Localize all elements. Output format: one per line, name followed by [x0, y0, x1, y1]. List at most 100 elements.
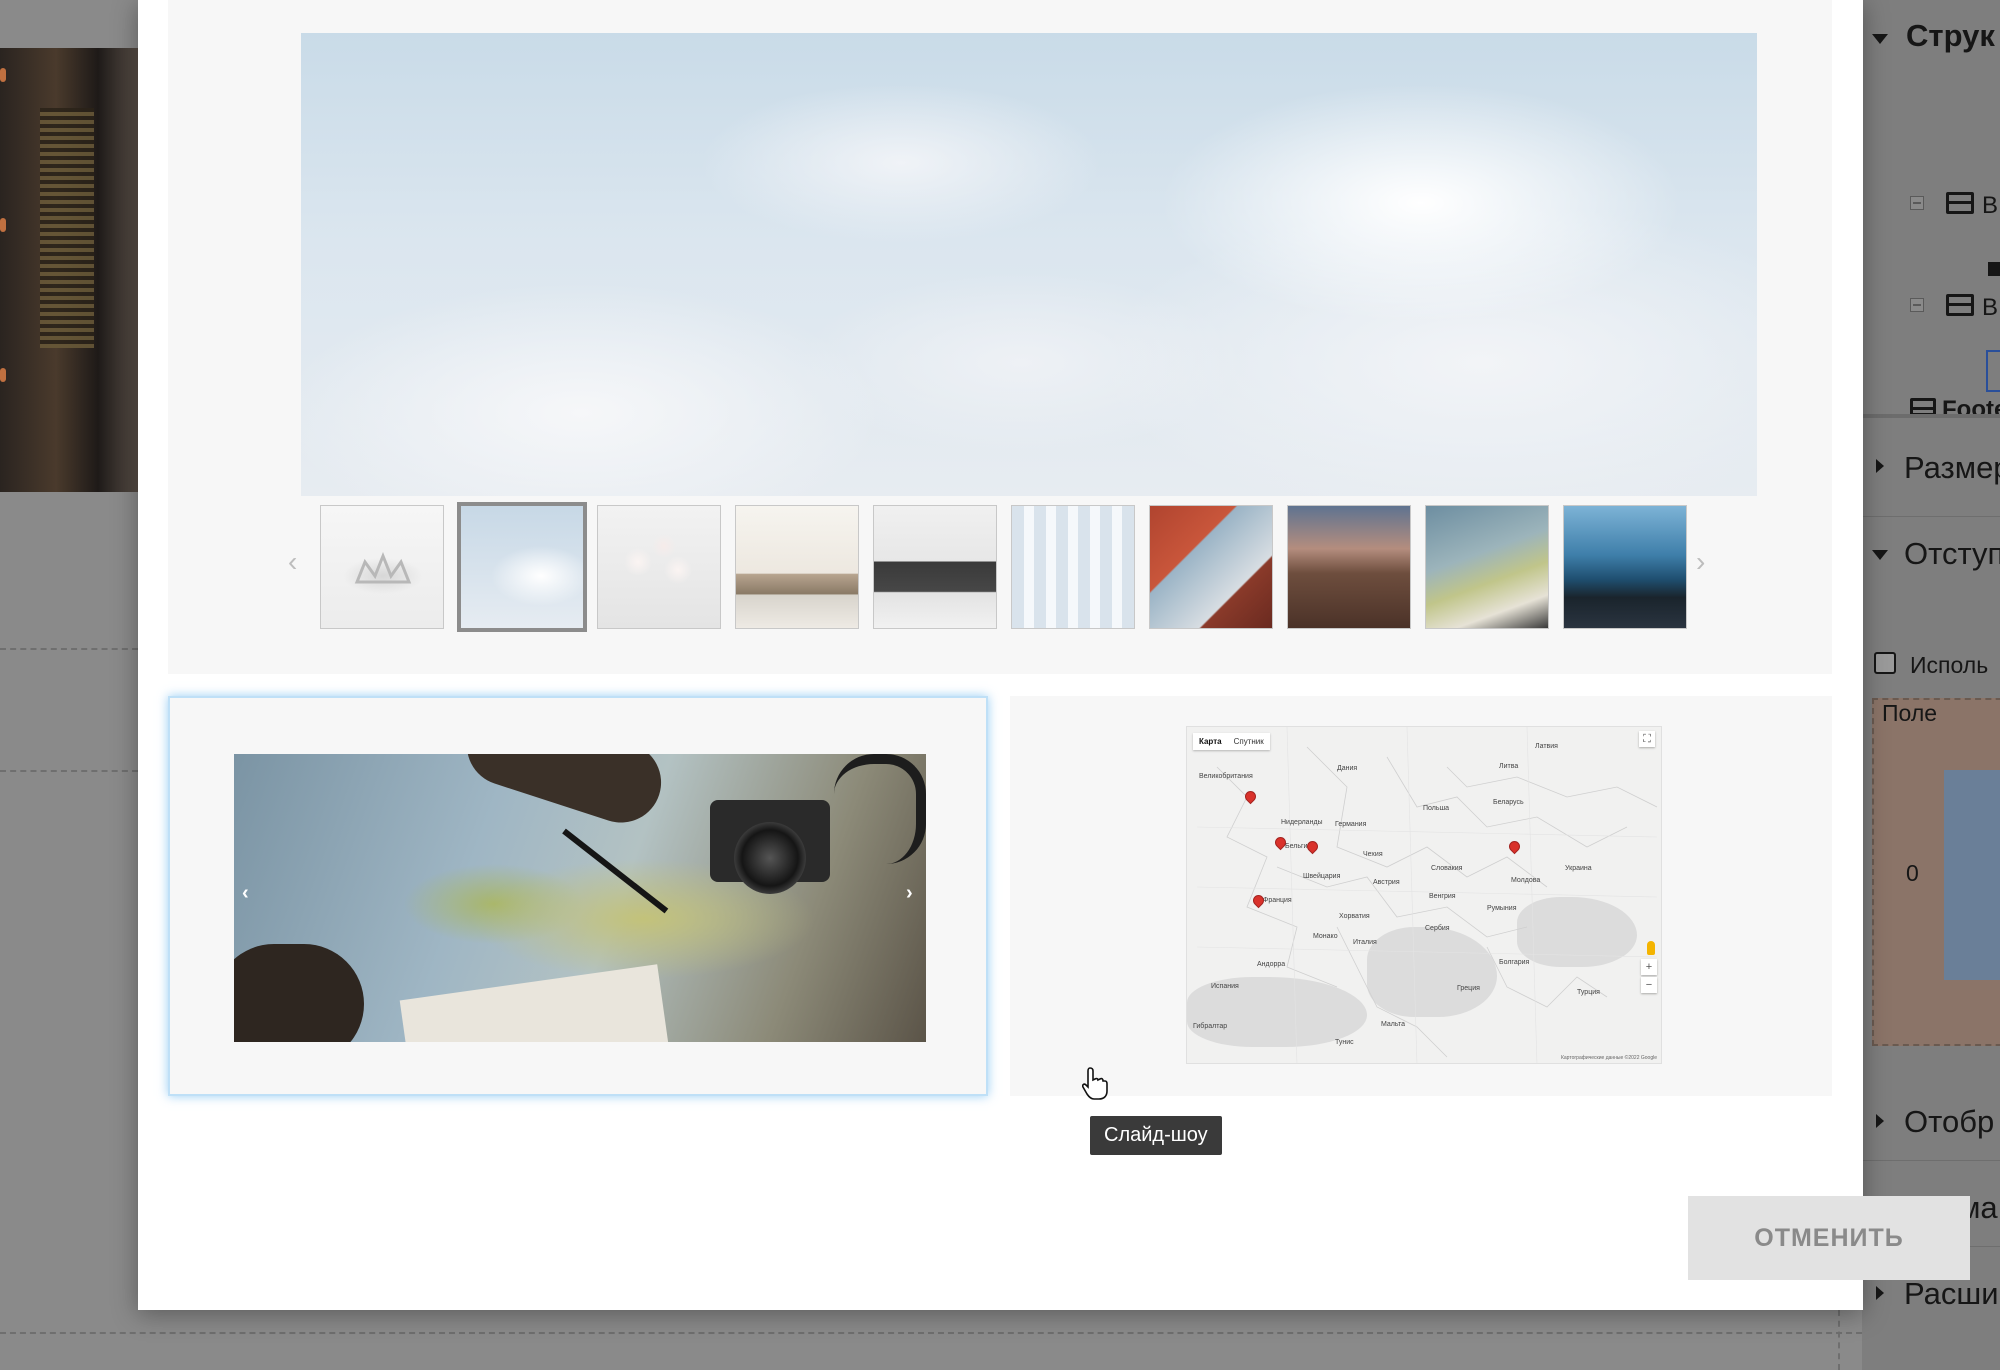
map-label: Чехия [1363, 851, 1383, 858]
map-label: Хорватия [1339, 913, 1370, 920]
map-label: Германия [1335, 821, 1367, 828]
section-divider [1862, 1160, 2000, 1161]
map-label: Швейцария [1303, 873, 1341, 880]
background-guide-line [0, 1332, 1862, 1334]
block-icon [1946, 192, 1974, 214]
map-tab-map[interactable]: Карта [1193, 733, 1228, 750]
street-view-icon[interactable] [1647, 941, 1655, 955]
background-photo-blinds [40, 108, 94, 348]
map-label: Сербия [1425, 925, 1450, 932]
map-tab-satellite[interactable]: Спутник [1228, 733, 1270, 750]
map-attribution: Картографические данные ©2022 Google [1560, 1055, 1657, 1061]
slideshow-prev-arrow[interactable]: ‹ [242, 882, 249, 905]
background-guide-line [0, 770, 138, 772]
caret-down-icon[interactable] [1872, 34, 1888, 44]
hand-shape [456, 754, 672, 833]
tree-item-footer[interactable]: Foote [1942, 396, 2000, 424]
map-label: Венгрия [1429, 893, 1456, 900]
caret-down-icon[interactable] [1872, 550, 1888, 560]
thumbnail-sea-rocks[interactable] [1563, 505, 1687, 629]
notebook-shape [399, 964, 669, 1042]
map-label: Тунис [1335, 1039, 1354, 1046]
chevron-right-icon[interactable]: › [1696, 546, 1705, 578]
thumbnail-map-pen[interactable] [1425, 505, 1549, 629]
map-label: Великобритания [1199, 773, 1253, 780]
caret-right-icon[interactable] [1876, 1114, 1884, 1128]
background-bulb [0, 368, 6, 382]
thumbnail-living-room[interactable] [735, 505, 859, 629]
hand-cursor-icon [1082, 1067, 1108, 1100]
map-label: Словакия [1431, 865, 1463, 872]
gallery-main-photo [301, 33, 1757, 496]
map-label: Турция [1577, 989, 1600, 996]
map-label: Нидерланды [1281, 819, 1323, 826]
map-label: Беларусь [1493, 799, 1524, 806]
thumbnail-clouds[interactable] [457, 502, 587, 632]
caret-right-icon[interactable] [1876, 459, 1884, 473]
map-label: Италия [1353, 939, 1377, 946]
use-checkbox[interactable] [1874, 652, 1896, 674]
element-icon [1988, 262, 2000, 276]
slideshow-next-arrow[interactable]: › [906, 882, 913, 905]
section-padding[interactable]: Отступ [1904, 536, 2000, 572]
map-label: Мальта [1381, 1021, 1406, 1028]
thumbnail-white-columns[interactable] [1011, 505, 1135, 629]
background-bulb [0, 218, 6, 232]
map-preview: Карта Спутник ⛶ Великобритания Германия … [1186, 726, 1662, 1064]
slideshow-template-card[interactable]: ‹ › [168, 696, 988, 1096]
background-guide-line [1838, 1310, 1840, 1370]
map-label: Молдова [1511, 877, 1541, 884]
field-value: 0 [1906, 860, 1919, 886]
background-guide-line [0, 648, 138, 650]
field-preview-box: Поле 0 [1872, 698, 2000, 1046]
selected-element-outline [1986, 350, 2000, 392]
use-checkbox-label: Исполь [1910, 652, 1989, 678]
panel-title: Струк [1906, 18, 1995, 53]
map-label: Польша [1423, 805, 1450, 812]
slideshow-preview-image: ‹ › [234, 754, 926, 1042]
map-label: Австрия [1373, 879, 1400, 886]
background-photo [0, 48, 140, 492]
map-label: Греция [1457, 985, 1480, 992]
map-label: Гибралтар [1193, 1023, 1228, 1030]
panel-divider[interactable] [1862, 414, 2000, 418]
crown-icon [354, 551, 412, 584]
map-label: Испания [1211, 983, 1239, 990]
section-display[interactable]: Отобр [1904, 1104, 1994, 1140]
map-label: Андорра [1257, 961, 1286, 968]
block-icon [1946, 294, 1974, 316]
map-template-card[interactable]: Карта Спутник ⛶ Великобритания Германия … [1010, 696, 1832, 1096]
cancel-button[interactable]: ОТМЕНИТЬ [1688, 1196, 1970, 1280]
zoom-out-button[interactable]: − [1641, 977, 1657, 993]
tree-item-label[interactable]: В [1982, 294, 1998, 322]
tree-item-label[interactable]: В [1982, 192, 1998, 220]
zoom-in-button[interactable]: + [1641, 959, 1657, 975]
caret-right-icon[interactable] [1876, 1286, 1884, 1300]
fullscreen-icon[interactable]: ⛶ [1639, 731, 1655, 747]
map-label: Болгария [1499, 959, 1530, 966]
collapse-icon[interactable] [1910, 298, 1924, 312]
section-divider [1862, 516, 2000, 517]
map-label: Румыния [1487, 905, 1517, 912]
thumbnail-mountain-sunset[interactable] [1287, 505, 1411, 629]
chevron-left-icon[interactable]: ‹ [288, 546, 297, 578]
thumbnail-armchair[interactable] [873, 505, 997, 629]
map-label: Латвия [1535, 743, 1558, 750]
map-label: Монако [1313, 933, 1338, 940]
map-label: Литва [1499, 763, 1519, 770]
thumbnail-crown[interactable] [320, 505, 444, 629]
template-picker-modal: ‹ › ‹ › Карта Спутник ⛶ Великобритания Г… [138, 0, 1970, 1310]
section-advanced[interactable]: Расши [1904, 1276, 1999, 1312]
map-label: Дания [1337, 765, 1358, 772]
gallery-template-card[interactable]: ‹ › [168, 0, 1832, 674]
thumbnail-tent[interactable] [1149, 505, 1273, 629]
section-size[interactable]: Размер [1904, 450, 2000, 486]
pen-shape [562, 828, 669, 914]
field-preview-inner [1944, 770, 2000, 980]
map-type-tabs[interactable]: Карта Спутник [1193, 733, 1270, 750]
camera-strap-shape [834, 754, 926, 864]
collapse-icon[interactable] [1910, 196, 1924, 210]
map-label: Украина [1565, 865, 1592, 872]
background-bulb [0, 68, 6, 82]
thumbnail-orchids[interactable] [597, 505, 721, 629]
